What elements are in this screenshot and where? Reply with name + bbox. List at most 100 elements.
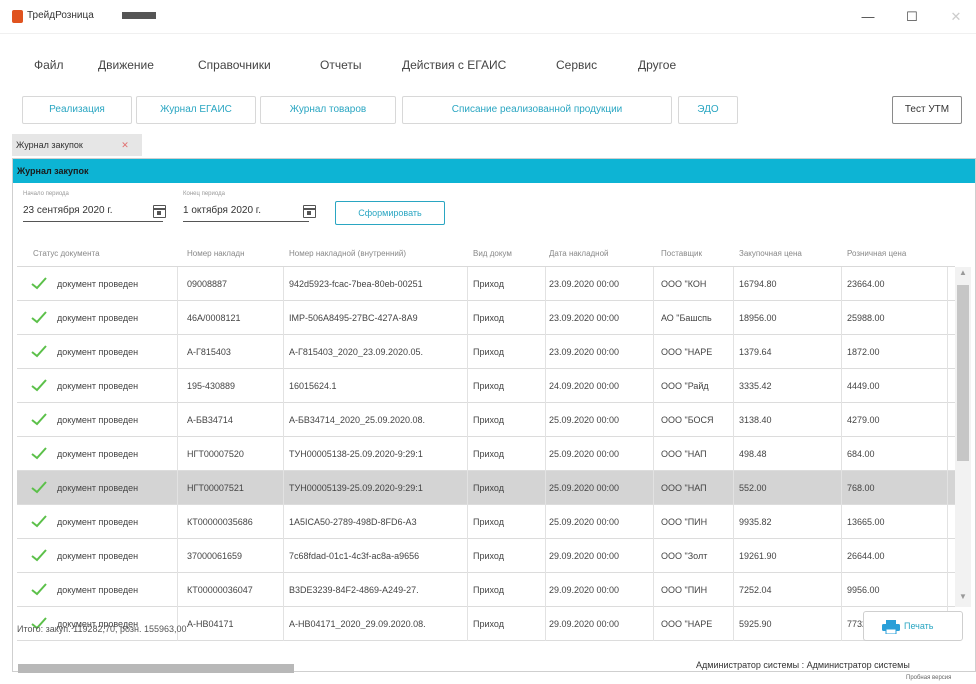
- type-cell: Приход: [473, 449, 504, 459]
- period-end-label: Конец периода: [183, 191, 225, 197]
- column-divider: [467, 471, 468, 505]
- goods-journal-button[interactable]: Журнал товаров: [260, 96, 396, 124]
- internal-cell: 7c68fdad-01c1-4c3f-ac8a-a9656: [289, 551, 420, 561]
- column-divider: [545, 471, 546, 505]
- column-divider: [841, 335, 842, 369]
- table-row[interactable]: документ проведен 37000061659 7c68fdad-01c…: [17, 539, 955, 573]
- column-divider: [733, 539, 734, 573]
- purchase-cell: 5925.90: [739, 619, 772, 629]
- purchase-cell: 552.00: [739, 483, 767, 493]
- egais-journal-button[interactable]: Журнал ЕГАИС: [136, 96, 256, 124]
- column-header[interactable]: Вид докум: [473, 249, 545, 258]
- app-logo-icon: [12, 10, 23, 23]
- printer-icon: [882, 620, 900, 634]
- column-divider: [947, 403, 948, 437]
- type-cell: Приход: [473, 279, 504, 289]
- test-utm-button[interactable]: Тест УТМ: [892, 96, 962, 124]
- column-divider: [947, 573, 948, 607]
- column-divider: [283, 301, 284, 335]
- type-cell: Приход: [473, 585, 504, 595]
- menu-references[interactable]: Справочники: [198, 58, 271, 72]
- column-header[interactable]: Статус документа: [33, 249, 173, 258]
- num-cell: КТ00000036047: [187, 585, 253, 595]
- column-divider: [733, 267, 734, 301]
- column-divider: [841, 573, 842, 607]
- period-end-underline: [183, 221, 309, 222]
- date-cell: 23.09.2020 00:00: [549, 347, 620, 357]
- column-divider: [283, 573, 284, 607]
- edo-button[interactable]: ЭДО: [678, 96, 738, 124]
- table-row[interactable]: документ проведен 46А/0008121 IMP-506A8495…: [17, 301, 955, 335]
- status-cell: документ проведен: [57, 381, 139, 391]
- panel-title: Журнал закупок: [13, 159, 975, 183]
- table-row[interactable]: документ проведен 09008887 942d5923-fcac-7…: [17, 267, 955, 301]
- menu-egais-actions[interactable]: Действия с ЕГАИС: [402, 58, 506, 72]
- menu-other[interactable]: Другое: [638, 58, 676, 72]
- internal-cell: 16015624.1: [289, 381, 337, 391]
- internal-cell: ТУН00005139-25.09.2020-9:29:1: [289, 483, 423, 493]
- calendar-icon[interactable]: [303, 205, 316, 218]
- close-tab-icon[interactable]: ✕: [120, 140, 130, 150]
- menu-movement[interactable]: Движение: [98, 58, 154, 72]
- internal-cell: 1A5ICA50-2789-498D-8FD6-A3: [289, 517, 417, 527]
- generate-button[interactable]: Сформировать: [335, 201, 445, 225]
- column-divider: [177, 369, 178, 403]
- write-off-button[interactable]: Списание реализованной продукции: [402, 96, 672, 124]
- column-divider: [177, 403, 178, 437]
- date-cell: 23.09.2020 00:00: [549, 313, 620, 323]
- column-header[interactable]: Поставщик: [661, 249, 731, 258]
- purchase-cell: 7252.04: [739, 585, 772, 595]
- purchase-journal-panel: Журнал закупок Начало периода 23 сентябр…: [12, 158, 976, 672]
- menu-file[interactable]: Файл: [34, 58, 64, 72]
- column-divider: [733, 301, 734, 335]
- table-row[interactable]: документ проведен КТ00000036047 B3DE3239-8…: [17, 573, 955, 607]
- internal-cell: ТУН00005138-25.09.2020-9:29:1: [289, 449, 423, 459]
- column-header[interactable]: Номер накладн: [187, 249, 283, 258]
- column-divider: [733, 369, 734, 403]
- date-cell: 25.09.2020 00:00: [549, 449, 620, 459]
- column-header[interactable]: Дата накладной: [549, 249, 653, 258]
- scrollbar-thumb[interactable]: [957, 285, 969, 461]
- maximize-button[interactable]: ☐: [892, 4, 932, 30]
- tab-label: Журнал закупок: [16, 140, 83, 150]
- minimize-button[interactable]: —: [848, 4, 888, 30]
- table-row[interactable]: документ проведен 195-430889 16015624.1 При…: [17, 369, 955, 403]
- redacted-title-part: [122, 12, 156, 19]
- purchase-cell: 498.48: [739, 449, 767, 459]
- period-end-field[interactable]: 1 октября 2020 г.: [183, 205, 261, 216]
- print-button[interactable]: Печать: [863, 611, 963, 641]
- check-icon: [31, 413, 47, 426]
- horizontal-scrollbar[interactable]: [18, 664, 294, 673]
- close-button[interactable]: ✕: [936, 4, 976, 30]
- table-row[interactable]: документ проведен А-БВ34714 А-БВ34714_2020…: [17, 403, 955, 437]
- calendar-icon[interactable]: [153, 205, 166, 218]
- menu-reports[interactable]: Отчеты: [320, 58, 361, 72]
- type-cell: Приход: [473, 483, 504, 493]
- column-divider: [841, 403, 842, 437]
- purchase-cell: 3138.40: [739, 415, 772, 425]
- column-divider: [653, 301, 654, 335]
- retail-cell: 26644.00: [847, 551, 885, 561]
- column-header[interactable]: Розничная цена: [847, 249, 947, 258]
- sales-button[interactable]: Реализация: [22, 96, 132, 124]
- column-divider: [733, 471, 734, 505]
- table-row[interactable]: документ проведен КТ00000035686 1A5ICA50-2…: [17, 505, 955, 539]
- scroll-down-icon[interactable]: ▼: [957, 591, 969, 603]
- column-divider: [467, 403, 468, 437]
- column-divider: [545, 335, 546, 369]
- column-divider: [733, 403, 734, 437]
- menu-service[interactable]: Сервис: [556, 58, 597, 72]
- totals-text: Итого: закуп. 119282,70, розн. 155963,00: [17, 624, 187, 634]
- scroll-up-icon[interactable]: ▲: [957, 267, 969, 279]
- column-divider: [467, 607, 468, 641]
- tab-purchase-journal[interactable]: Журнал закупок ✕: [12, 134, 142, 156]
- period-start-field[interactable]: 23 сентября 2020 г.: [23, 205, 113, 216]
- table-row[interactable]: документ проведен А-Г815403 А-Г815403_2020…: [17, 335, 955, 369]
- column-divider: [545, 403, 546, 437]
- column-divider: [467, 335, 468, 369]
- table-row[interactable]: документ проведен НГТ00007520 ТУН00005138-…: [17, 437, 955, 471]
- column-divider: [841, 471, 842, 505]
- column-header[interactable]: Закупочная цена: [739, 249, 839, 258]
- column-header[interactable]: Номер накладной (внутренний): [289, 249, 467, 258]
- table-row[interactable]: документ проведен НГТ00007521 ТУН00005139-…: [17, 471, 955, 505]
